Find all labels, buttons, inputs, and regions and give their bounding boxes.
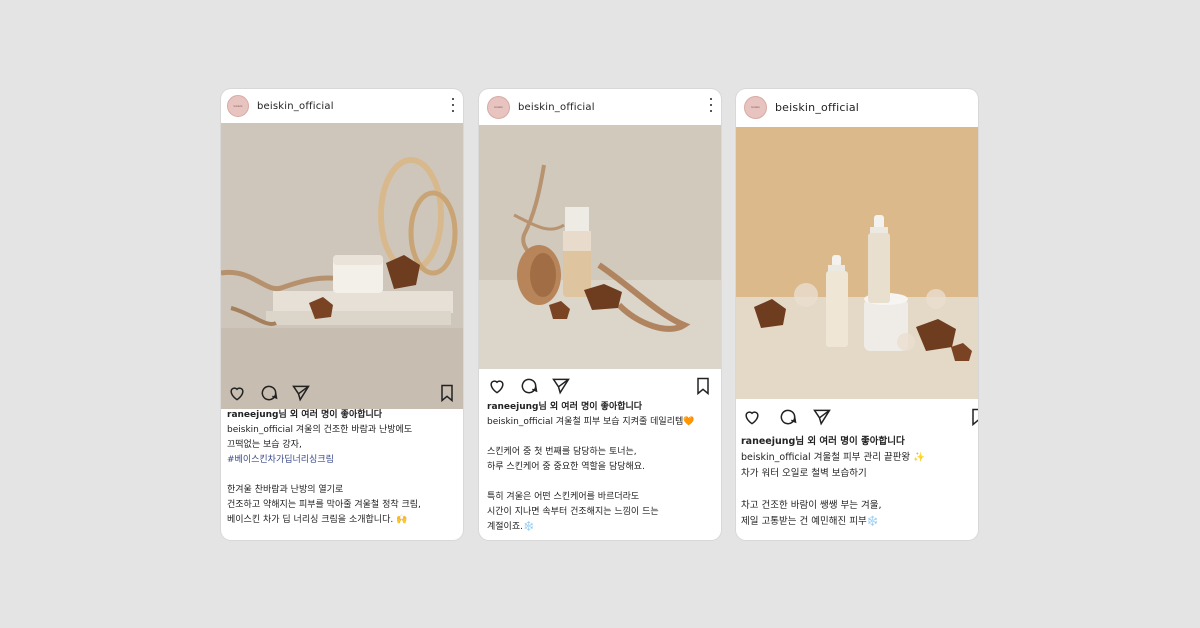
post-card: beiskin beiskin_official raneejung님 외 여러… [479,89,721,540]
post-header: beiskin beiskin_official [479,89,721,125]
heart-icon[interactable] [227,383,247,403]
action-bar [736,407,978,427]
share-icon[interactable] [291,383,311,403]
cream-jar-photo [221,123,463,409]
post-card: beiskin beiskin_official raneejung님 외 여러… [736,89,978,540]
caption-gap [487,430,715,445]
serum-bottles-photo [736,127,978,399]
bookmark-icon[interactable] [968,407,978,427]
post-header: beiskin beiskin_official [736,89,978,125]
caption-line: 하루 스킨케어 중 중요한 역할을 담당해요. [487,462,645,472]
caption-line: 건조하고 약해지는 피부를 막아줄 겨울철 정착 크림, [227,500,421,510]
caption-gap [741,482,972,498]
hashtag-link[interactable]: #베이스킨차가딥너리싱크림 [227,453,457,468]
caption-line: 스킨케어 중 첫 번째를 담당하는 토너는, [487,447,637,457]
share-icon[interactable] [551,376,571,396]
username[interactable]: beiskin_official [518,102,595,113]
bookmark-icon[interactable] [437,383,457,403]
heart-icon[interactable] [487,376,507,396]
caption-line: 베이스킨 차가 딥 너리싱 크림을 소개합니다. 🙌 [227,515,408,525]
comment-icon[interactable] [519,376,539,396]
comment-icon[interactable] [259,383,279,403]
caption-line: 특히 겨울은 어떤 스킨케어를 바르더라도 [487,492,640,502]
caption-line: 한겨울 찬바람과 난방의 열기로 [227,485,344,495]
more-icon[interactable] [451,98,455,112]
likes-text[interactable]: raneejung님 외 여러 명이 좋아합니다 [487,400,715,415]
caption-line: 계절이죠.❄️ [487,522,535,532]
post-image[interactable] [221,123,463,409]
post-image[interactable] [736,127,978,399]
action-bar [479,376,721,396]
caption-line: 시간이 지나면 속부터 건조해지는 느낌이 드는 [487,507,659,517]
caption-line: 차고 건조한 바람이 쌩쌩 부는 겨울, [741,500,882,511]
caption-line: 제일 고통받는 건 예민해진 피부❄️ [741,516,879,527]
caption-line: 끄떡없는 보습 강자, [227,440,302,450]
avatar[interactable]: beiskin [487,95,510,119]
caption-line: beiskin_official 겨울철 피부 보습 지켜줄 데일리템🧡 [487,417,695,427]
action-bar [221,383,463,403]
toner-bottle-photo [479,125,721,369]
username[interactable]: beiskin_official [257,101,334,112]
comment-icon[interactable] [778,407,798,427]
caption-line: beiskin_official 겨울의 건조한 바람과 난방에도 [227,425,413,435]
caption-line: 차가 워터 오일로 철벽 보습하기 [741,468,867,479]
bookmark-icon[interactable] [693,376,713,396]
post-caption: raneejung님 외 여러 명이 좋아합니다 beiskin_officia… [741,434,972,530]
post-caption: raneejung님 외 여러 명이 좋아합니다 beiskin_officia… [487,400,715,535]
avatar[interactable]: beiskin [744,95,767,119]
post-caption: raneejung님 외 여러 명이 좋아합니다 beiskin_officia… [227,408,457,528]
share-icon[interactable] [812,407,832,427]
likes-text[interactable]: raneejung님 외 여러 명이 좋아합니다 [741,434,972,450]
heart-icon[interactable] [742,407,762,427]
avatar[interactable]: beiskin [227,95,249,117]
likes-text[interactable]: raneejung님 외 여러 명이 좋아합니다 [227,408,457,423]
post-image[interactable] [479,125,721,369]
caption-line: beiskin_official 겨울철 피부 관리 끝판왕 ✨ [741,452,926,463]
username[interactable]: beiskin_official [775,101,859,114]
caption-gap [227,468,457,483]
more-icon[interactable] [709,98,713,112]
post-card: beiskin beiskin_official raneejung님 외 여러… [221,89,463,540]
post-header: beiskin beiskin_official [221,89,463,123]
caption-gap [487,475,715,490]
